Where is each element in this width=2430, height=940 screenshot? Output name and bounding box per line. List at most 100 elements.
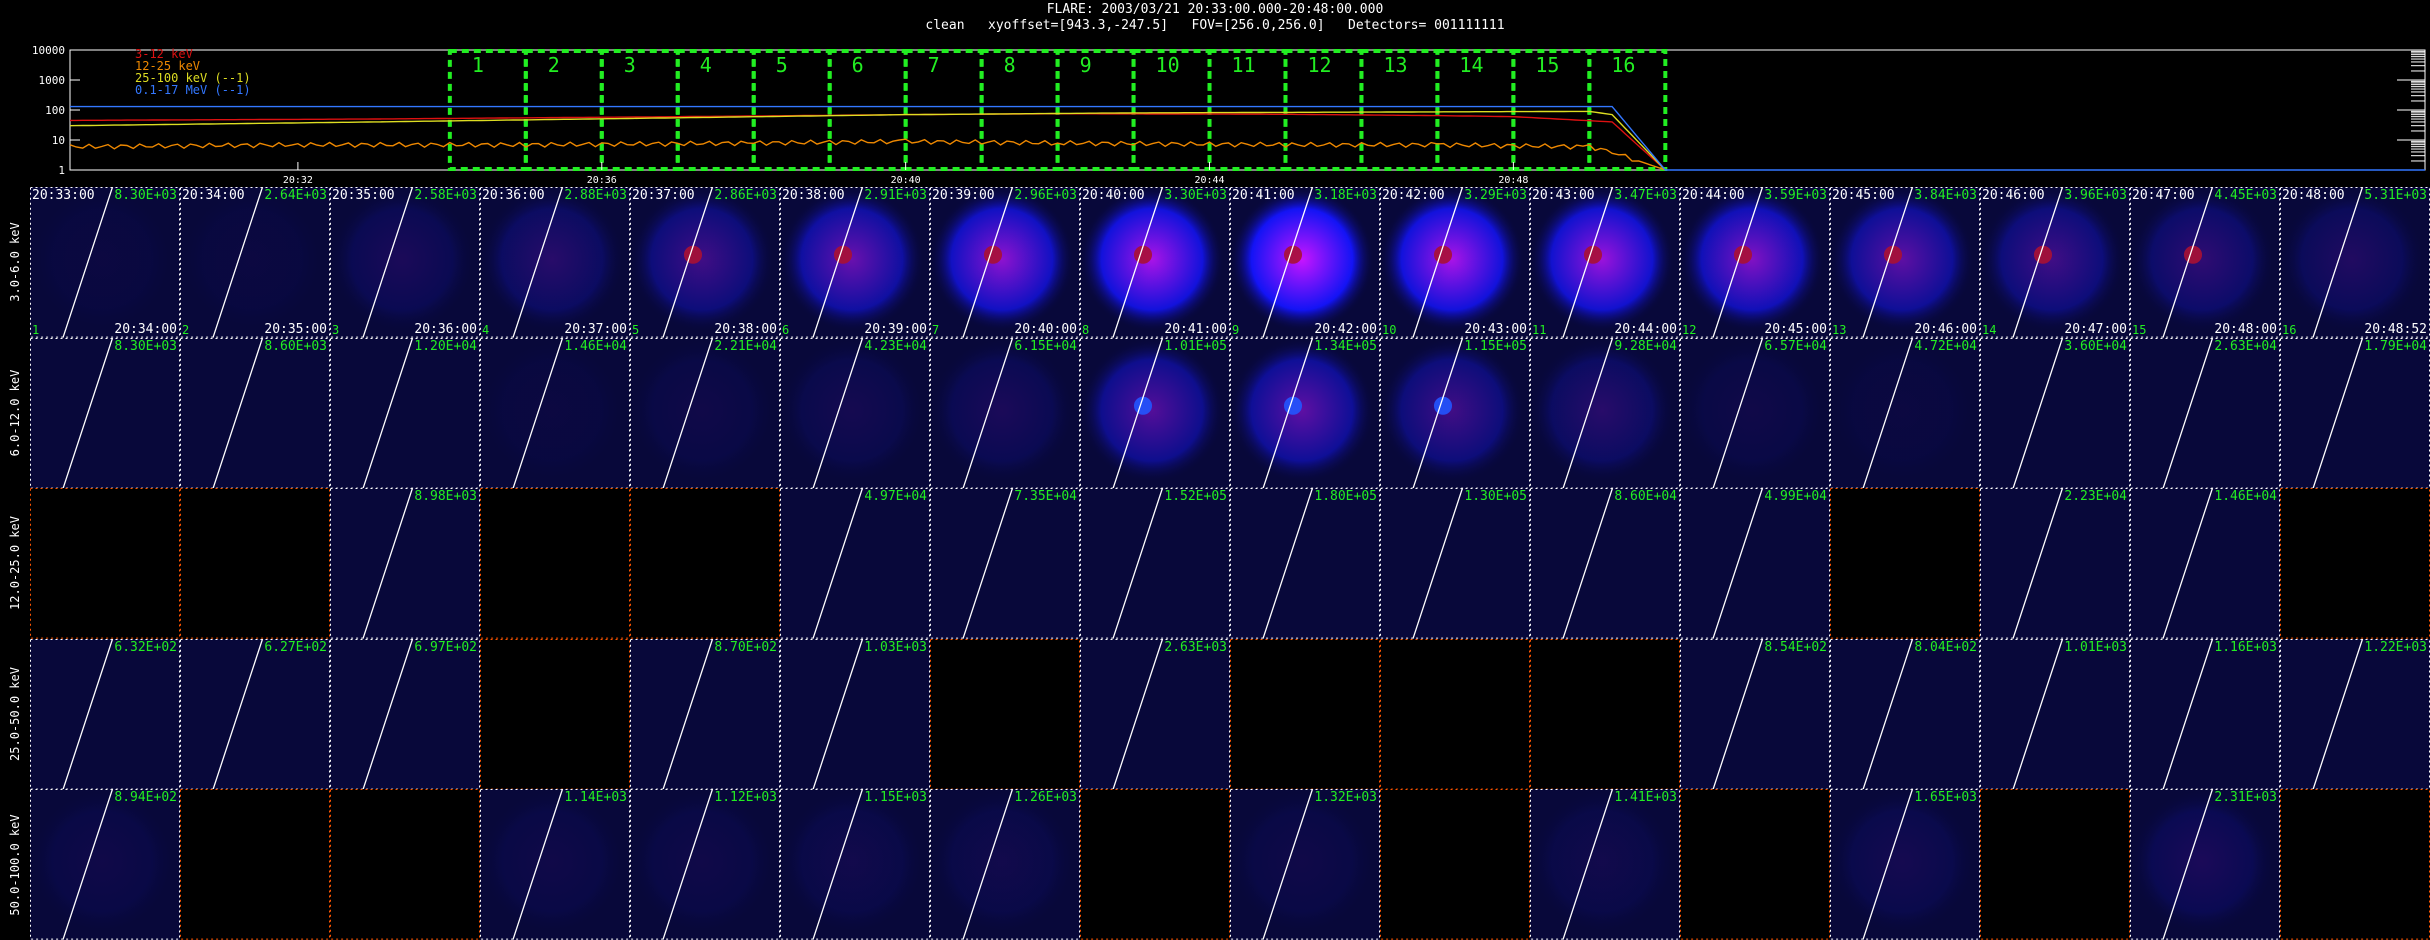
image-cell: [480, 638, 630, 790]
start-time-label: 20:43:00: [1532, 188, 1595, 203]
max-value-label: 3.96E+03: [2064, 188, 2127, 203]
empty-cell-frame: [1230, 638, 1380, 790]
source-peak: [1433, 396, 1453, 415]
image-cell-plot: [630, 337, 780, 489]
max-value-label: 1.22E+03: [2364, 639, 2427, 655]
image-cell-plot: [1830, 789, 1980, 940]
image-cell-plot: [480, 488, 630, 639]
source-peak: [983, 245, 1003, 264]
image-cell-plot: [480, 638, 630, 790]
time-interval-label: 12: [1307, 53, 1331, 77]
max-value-label: 2.58E+03: [414, 188, 477, 203]
end-time-label: 20:38:00: [714, 321, 777, 337]
solar-limb: [212, 337, 264, 489]
empty-cell-frame: [630, 488, 780, 639]
solar-limb: [62, 337, 114, 489]
image-cell-plot: [930, 638, 1080, 790]
max-value-label: 1.03E+03: [864, 639, 927, 655]
max-value-label: 4.23E+04: [864, 338, 927, 354]
image-cell-plot: [1530, 337, 1680, 489]
image-cell-plot: [2130, 488, 2280, 639]
source-emission: [1230, 337, 1375, 483]
image-cell-plot: [180, 488, 330, 639]
source-emission: [780, 789, 925, 934]
image-cell-plot: [1230, 337, 1380, 489]
source-emission: [2130, 789, 2275, 934]
x-tick-label: 20:48: [1498, 175, 1528, 185]
image-cell: 20:35:00 20:36:00 3 2.58E+03: [330, 187, 480, 338]
image-cell-plot: [180, 638, 330, 790]
end-time-label: 20:42:00: [1314, 321, 1377, 337]
start-time-label: 20:48:00: [2282, 188, 2345, 203]
image-cell-plot: [2280, 488, 2430, 639]
max-value-label: 8.54E+02: [1764, 639, 1827, 655]
source-emission: [780, 187, 925, 332]
image-cell: 1.14E+03: [480, 789, 630, 940]
max-value-label: 4.99E+04: [1764, 489, 1827, 505]
source-peak: [2033, 245, 2053, 264]
image-cell-plot: [930, 488, 1080, 639]
image-cell-plot: [1380, 488, 1530, 639]
solar-limb: [2162, 488, 2214, 639]
image-cell: 8.70E+02: [630, 638, 780, 790]
image-cell: 1.20E+04: [330, 337, 480, 489]
empty-cell-frame: [1980, 789, 2130, 940]
max-value-label: 1.14E+03: [564, 790, 627, 806]
start-time-label: 20:42:00: [1382, 188, 1445, 203]
image-cell: 1.03E+03: [780, 638, 930, 790]
energy-band-label: 25.0-50.0 keV: [8, 667, 22, 762]
solar-limb: [1262, 488, 1314, 639]
image-cell-plot: [1530, 488, 1680, 639]
source-emission: [1830, 789, 1975, 934]
image-cell: 6.57E+04: [1680, 337, 1830, 489]
interval-index-label: 5: [632, 322, 640, 337]
time-interval-box: [1055, 49, 1136, 171]
source-emission: [480, 789, 625, 934]
time-interval-label: 8: [1004, 53, 1016, 77]
image-cell-plot: [1230, 638, 1380, 790]
image-cell: 2.23E+04: [1980, 488, 2130, 639]
image-cell: [1980, 789, 2130, 940]
solar-limb: [1112, 638, 1164, 790]
end-time-label: 20:41:00: [1164, 321, 1227, 337]
source-emission: [1680, 337, 1825, 483]
image-cell: 20:40:00 20:41:00 8 3.30E+03: [1080, 187, 1230, 338]
image-cell-plot: [180, 337, 330, 489]
max-value-label: 1.01E+03: [2064, 639, 2127, 655]
empty-cell-frame: [1680, 789, 1830, 940]
image-cell: 20:47:00 20:48:00 15 4.45E+03: [2130, 187, 2280, 338]
source-emission: [180, 187, 325, 332]
source-emission: [1080, 337, 1225, 483]
solar-limb: [1862, 638, 1914, 790]
image-cell: [1830, 488, 1980, 639]
image-cell-plot: [1680, 638, 1830, 790]
max-value-label: 2.31E+03: [2214, 790, 2277, 806]
source-peak: [1433, 245, 1453, 264]
start-time-label: 20:35:00: [332, 188, 395, 203]
time-interval-label: 14: [1459, 53, 1483, 77]
interval-index-label: 7: [932, 322, 940, 337]
interval-index-label: 13: [1832, 322, 1847, 337]
image-cell: [180, 789, 330, 940]
source-emission: [1980, 187, 2125, 332]
image-cell: 8.60E+03: [180, 337, 330, 489]
image-cell: [930, 638, 1080, 790]
source-emission: [1530, 337, 1675, 483]
source-peak: [1133, 245, 1153, 264]
max-value-label: 6.97E+02: [414, 639, 477, 655]
image-cell-plot: [330, 337, 480, 489]
image-cell: 20:38:00 20:39:00 6 2.91E+03: [780, 187, 930, 338]
max-value-label: 2.91E+03: [864, 188, 927, 203]
image-cell: 6.32E+02: [30, 638, 180, 790]
image-cell: 1.22E+03: [2280, 638, 2430, 790]
solar-limb: [2012, 337, 2064, 489]
image-cell: [1230, 638, 1380, 790]
image-grid: 20:33:00 20:34:00 1 8.30E+03 20:34:00 20:35:0…: [30, 187, 2430, 940]
image-cell: 1.30E+05: [1380, 488, 1530, 639]
end-time-label: 20:46:00: [1914, 321, 1977, 337]
image-cell: 9.28E+04: [1530, 337, 1680, 489]
empty-cell-frame: [1380, 789, 1530, 940]
image-cell: 8.98E+03: [330, 488, 480, 639]
end-time-label: 20:36:00: [414, 321, 477, 337]
image-cell: 8.94E+02: [30, 789, 180, 940]
